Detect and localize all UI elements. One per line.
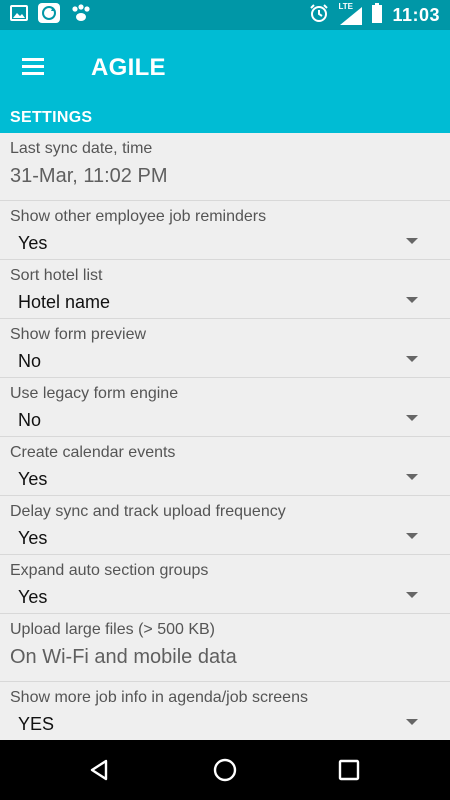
system-status-icons: LTE 11:03 (309, 2, 440, 28)
setting-label: Last sync date, time (10, 140, 153, 157)
setting-value: 31-Mar, 11:02 PM (10, 165, 168, 187)
settings-list: Last sync date, time 31-Mar, 11:02 PM Sh… (0, 133, 450, 741)
setting-label: Use legacy form engine (10, 385, 179, 402)
legacy-form-engine-dropdown[interactable]: No (18, 410, 41, 431)
sort-hotel-dropdown[interactable]: Hotel name (18, 292, 110, 313)
menu-icon (22, 58, 44, 75)
alarm-icon (309, 3, 329, 28)
dropdown-arrow-icon[interactable] (406, 356, 418, 362)
setting-label: Expand auto section groups (10, 562, 209, 579)
paw-icon (70, 3, 92, 28)
employee-reminders-dropdown[interactable]: Yes (18, 233, 47, 254)
setting-row-employee-reminders: Show other employee job reminders Yes (0, 201, 450, 260)
dropdown-arrow-icon[interactable] (406, 533, 418, 539)
image-icon (10, 4, 28, 26)
setting-label: Upload large files (> 500 KB) (10, 621, 215, 638)
status-bar: LTE 11:03 (0, 0, 450, 30)
dropdown-arrow-icon[interactable] (406, 415, 418, 421)
setting-row-delay-sync: Delay sync and track upload frequency Ye… (0, 496, 450, 555)
back-icon (90, 759, 108, 781)
signal-icon: LTE (338, 2, 363, 25)
menu-button[interactable] (18, 52, 52, 82)
setting-label: Sort hotel list (10, 267, 103, 284)
section-header: SETTINGS (0, 103, 450, 133)
setting-row-legacy-form-engine: Use legacy form engine No (0, 378, 450, 437)
setting-row-more-job-info: Show more job info in agenda/job screens… (0, 682, 450, 741)
dropdown-arrow-icon[interactable] (406, 297, 418, 303)
auto-section-groups-dropdown[interactable]: Yes (18, 587, 47, 608)
battery-icon (371, 2, 383, 28)
more-job-info-dropdown[interactable]: YES (18, 714, 54, 735)
setting-label: Show form preview (10, 326, 147, 343)
home-button[interactable] (208, 754, 242, 786)
app-title: AGILE (91, 54, 166, 81)
dropdown-arrow-icon[interactable] (406, 238, 418, 244)
setting-row-calendar-events: Create calendar events Yes (0, 437, 450, 496)
setting-label: Create calendar events (10, 444, 176, 461)
recents-icon (338, 759, 360, 781)
setting-label: Show more job info in agenda/job screens (10, 689, 308, 706)
setting-row-form-preview: Show form preview No (0, 319, 450, 378)
navigation-bar (0, 740, 450, 800)
recents-button[interactable] (332, 754, 366, 786)
dropdown-arrow-icon[interactable] (406, 592, 418, 598)
delay-sync-dropdown[interactable]: Yes (18, 528, 47, 549)
setting-value: On Wi-Fi and mobile data (10, 646, 237, 668)
setting-row-sort-hotel: Sort hotel list Hotel name (0, 260, 450, 319)
setting-row-upload-large-files[interactable]: Upload large files (> 500 KB) On Wi-Fi a… (0, 614, 450, 682)
setting-row-last-sync: Last sync date, time 31-Mar, 11:02 PM (0, 133, 450, 201)
calendar-events-dropdown[interactable]: Yes (18, 469, 47, 490)
status-time: 11:03 (392, 4, 440, 25)
notification-icons (10, 2, 92, 28)
app-bar: AGILE (0, 30, 450, 103)
home-icon (213, 758, 237, 782)
sync-app-icon (38, 2, 60, 28)
network-type-label: LTE (338, 2, 353, 11)
form-preview-dropdown[interactable]: No (18, 351, 41, 372)
dropdown-arrow-icon[interactable] (406, 719, 418, 725)
back-button[interactable] (82, 754, 116, 786)
setting-label: Delay sync and track upload frequency (10, 503, 286, 520)
setting-label: Show other employee job reminders (10, 208, 267, 225)
setting-row-auto-section-groups: Expand auto section groups Yes (0, 555, 450, 614)
dropdown-arrow-icon[interactable] (406, 474, 418, 480)
